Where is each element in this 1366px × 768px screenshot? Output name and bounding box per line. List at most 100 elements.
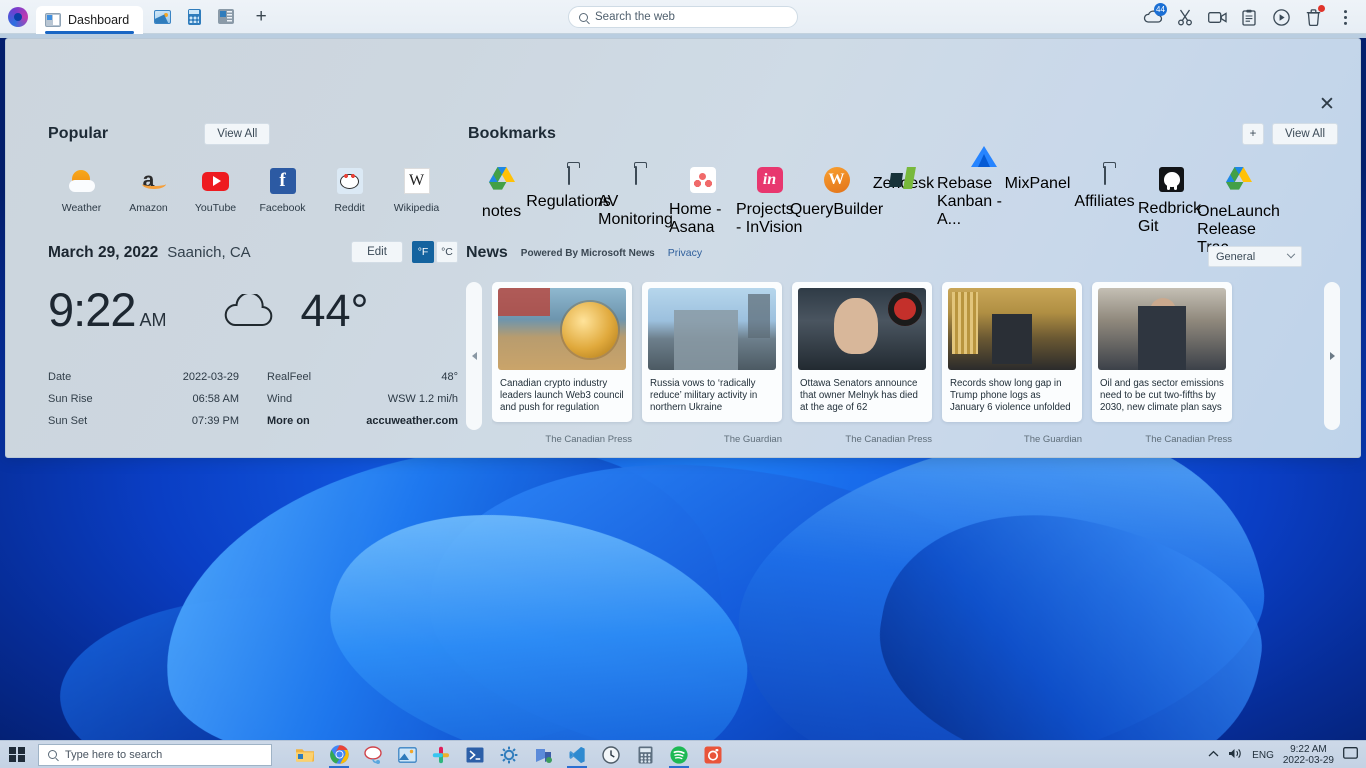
news-scroll-right-button[interactable] (1324, 282, 1340, 430)
calculator-icon[interactable] (630, 742, 660, 768)
stat-row: Wind WSW 1.2 mi/h (267, 388, 458, 410)
tray-language[interactable]: ENG (1252, 750, 1274, 761)
tile-label: AV Monitoring (598, 193, 673, 229)
chevron-up-icon[interactable] (1208, 750, 1219, 761)
news-card-headline: Canadian crypto industry leaders launch … (498, 378, 626, 414)
taskbar-search-input[interactable]: Type here to search (38, 744, 272, 766)
weather-date-heading: March 29, 2022 (48, 244, 158, 262)
spotify-icon[interactable] (664, 742, 694, 768)
clipboard-icon[interactable] (1234, 2, 1264, 32)
news-card[interactable]: Ottawa Senators announce that owner Meln… (792, 282, 932, 422)
unit-fahrenheit-button[interactable]: °F (412, 241, 434, 263)
github-icon (1159, 167, 1184, 192)
current-time: 9:22 (48, 283, 135, 336)
dashboard-icon (45, 13, 61, 27)
popular-tile-amazon[interactable]: a Amazon (115, 167, 182, 214)
volume-icon[interactable] (1228, 747, 1243, 763)
scissors-icon[interactable] (1170, 2, 1200, 32)
tab-dashboard[interactable]: Dashboard (36, 6, 143, 34)
vscode-icon[interactable] (562, 742, 592, 768)
news-card-headline: Russia vows to ‘radically reduce’ milita… (648, 378, 776, 414)
cloud-badge-count: 44 (1154, 3, 1167, 16)
tile-label: Weather (48, 202, 115, 214)
news-card[interactable]: Canadian crypto industry leaders launch … (492, 282, 632, 422)
more-menu-icon[interactable] (1330, 2, 1360, 32)
news-scroll-left-button[interactable] (466, 282, 482, 430)
file-explorer-icon[interactable] (290, 742, 320, 768)
tray-clock[interactable]: 9:22 AM 2022-03-29 (1283, 744, 1334, 766)
taskbar-search-placeholder: Type here to search (65, 749, 162, 761)
search-icon (48, 750, 57, 759)
weather-city: Saanich, CA (167, 244, 250, 261)
search-icon (579, 13, 588, 22)
cloud-sync-icon[interactable]: 44 (1138, 2, 1168, 32)
news-card[interactable]: Oil and gas sector emissions need to be … (1092, 282, 1232, 422)
stat-row: Sun Rise 06:58 AM (48, 388, 239, 410)
powershell-icon[interactable] (460, 742, 490, 768)
stat-value: 06:58 AM (193, 393, 239, 405)
news-card[interactable]: Russia vows to ‘radically reduce’ milita… (642, 282, 782, 422)
news-card-headline: Records show long gap in Trump phone log… (948, 378, 1076, 414)
start-button[interactable] (0, 741, 34, 768)
news-cards: Canadian crypto industry leaders launch … (492, 282, 1314, 445)
weather-sun-cloud-icon (68, 167, 96, 195)
stat-row: Sun Set 07:39 PM (48, 410, 239, 432)
trash-icon[interactable] (1298, 2, 1328, 32)
news-title: News (466, 244, 508, 262)
weather-widget: March 29, 2022 Saanich, CA Edit °F °C 9:… (48, 244, 458, 432)
search-input[interactable]: Search the web (568, 6, 798, 28)
news-privacy-link[interactable]: Privacy (668, 247, 702, 259)
popular-tile-youtube[interactable]: YouTube (182, 167, 249, 214)
dashboard-panel: ✕ Popular View All Weather a Amazon YouT… (5, 38, 1361, 458)
tile-label: Home - Asana (669, 201, 736, 237)
video-camera-icon[interactable] (1202, 2, 1232, 32)
stat-value: 48° (441, 371, 458, 383)
slack-icon[interactable] (426, 742, 456, 768)
stat-key: Sun Set (48, 415, 87, 427)
news-card[interactable]: Records show long gap in Trump phone log… (942, 282, 1082, 422)
windows-taskbar: Type here to search (0, 740, 1366, 768)
photos-icon[interactable] (392, 742, 422, 768)
toolbar-calculator-icon[interactable] (181, 4, 207, 30)
bookmarks-add-button[interactable]: + (1242, 123, 1264, 145)
news-card-image (648, 288, 776, 370)
weather-edit-button[interactable]: Edit (351, 241, 403, 263)
media-play-icon[interactable] (1266, 2, 1296, 32)
news-category-select[interactable]: General (1208, 246, 1302, 267)
popular-title: Popular (48, 125, 108, 143)
tile-label: Amazon (115, 202, 182, 214)
popular-tile-facebook[interactable]: f Facebook (249, 167, 316, 214)
popular-tile-reddit[interactable]: Reddit (316, 167, 383, 214)
toolbar-actions: 44 (1138, 0, 1360, 34)
popular-tile-wikipedia[interactable]: W Wikipedia (383, 167, 450, 214)
stat-key: RealFeel (267, 371, 311, 383)
invision-icon: in (757, 167, 783, 193)
clock-icon[interactable] (596, 742, 626, 768)
folder-icon (635, 167, 637, 185)
close-icon[interactable]: ✕ (1314, 91, 1340, 117)
toolbar-news-icon[interactable] (213, 4, 239, 30)
current-temperature: 44° (300, 288, 368, 334)
stat-row-more-on[interactable]: More on accuweather.com (267, 410, 458, 432)
camera-app-icon[interactable] (698, 742, 728, 768)
bookmarks-view-all-button[interactable]: View All (1272, 123, 1338, 145)
stat-row: RealFeel 48° (267, 366, 458, 388)
news-card-image (948, 288, 1076, 370)
unit-celsius-button[interactable]: °C (436, 241, 458, 263)
settings-icon[interactable] (494, 742, 524, 768)
bookmarks-title: Bookmarks (468, 125, 556, 143)
google-drive-icon (1226, 167, 1252, 195)
querybuilder-icon: W (824, 167, 850, 193)
toolbar-photos-icon[interactable] (149, 4, 175, 30)
taskbar-apps (290, 742, 728, 768)
popular-tile-weather[interactable]: Weather (48, 167, 115, 214)
news-card-headline: Oil and gas sector emissions need to be … (1098, 378, 1226, 414)
teams-icon[interactable] (528, 742, 558, 768)
weather-source-link[interactable]: accuweather.com (366, 415, 458, 427)
tile-label: Affiliates (1074, 193, 1134, 211)
paint-icon[interactable] (358, 742, 388, 768)
popular-view-all-button[interactable]: View All (204, 123, 270, 145)
new-tab-button[interactable]: + (249, 7, 273, 26)
chrome-icon[interactable] (324, 742, 354, 768)
notifications-icon[interactable] (1343, 747, 1358, 763)
